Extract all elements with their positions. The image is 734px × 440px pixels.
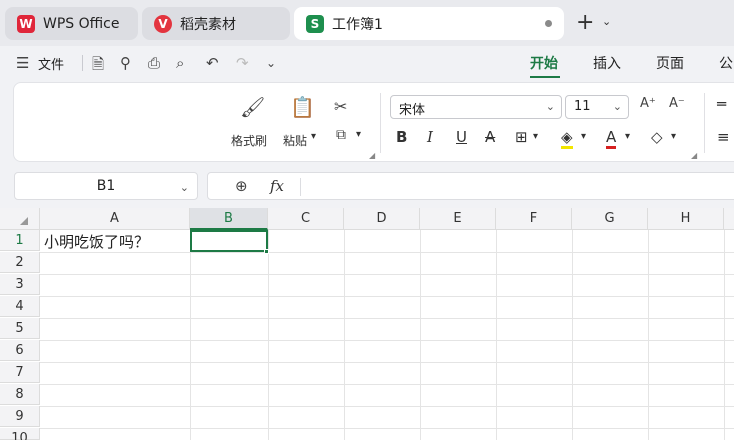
chevron-down-icon: ⌄ [545, 100, 555, 113]
paste-icon[interactable]: 📋 [290, 95, 315, 119]
copy-icon[interactable]: ⧉ [336, 127, 346, 143]
dialog-launcher-icon[interactable]: ◢ [369, 151, 375, 160]
title-tab-bar: W WPS Office V 稻壳素材 S 工作簿1 + ⌄ [0, 0, 734, 46]
save-icon[interactable]: 🗎 [92, 54, 104, 79]
column-header-c[interactable]: C [268, 208, 344, 230]
paste-label[interactable]: 粘贴 [283, 132, 307, 149]
eraser-icon[interactable]: ◇ [651, 128, 663, 146]
column-header-h[interactable]: H [648, 208, 724, 230]
tab-label: 稻壳素材 [180, 16, 236, 33]
tab-workbook[interactable]: S 工作簿1 [294, 7, 564, 40]
cut-icon[interactable]: ✂ [334, 97, 347, 116]
row-header-10[interactable]: 10 [0, 428, 40, 440]
wps-logo-icon: W [17, 14, 35, 33]
cell-reference: B1 [96, 178, 116, 194]
divider [82, 55, 83, 71]
bold-icon[interactable]: B [396, 128, 407, 146]
tab-wps-office[interactable]: W WPS Office [5, 7, 138, 40]
borders-icon[interactable]: ⊞ [515, 128, 528, 146]
file-menu[interactable]: 文件 [38, 54, 64, 73]
function-icon[interactable]: fx [270, 177, 284, 195]
dialog-launcher-icon[interactable]: ◢ [691, 151, 697, 160]
chevron-down-icon[interactable]: ▾ [311, 131, 316, 142]
column-header-row: A B C D E F G H [0, 208, 734, 230]
spreadsheet-grid: A B C D E F G H 1 2 3 4 5 6 7 8 9 10 小明吃… [0, 208, 734, 440]
align-left-icon[interactable]: ≡ [717, 128, 730, 146]
new-tab-plus-icon[interactable]: + [576, 10, 594, 35]
font-size-value: 11 [574, 99, 591, 114]
align-top-icon[interactable]: ═ [717, 95, 726, 113]
row-header-2[interactable]: 2 [0, 252, 40, 273]
divider [300, 178, 301, 196]
tab-page[interactable]: 页面 [656, 53, 684, 73]
unsaved-dot-icon[interactable] [545, 20, 552, 27]
formula-bar: ⊕ fx [207, 172, 734, 200]
undo-icon[interactable]: ↶ [206, 54, 219, 72]
decrease-font-icon[interactable]: A⁻ [669, 96, 685, 111]
column-header-a[interactable]: A [40, 208, 190, 230]
fill-handle[interactable] [264, 249, 269, 254]
row-header-8[interactable]: 8 [0, 384, 40, 405]
increase-font-icon[interactable]: A⁺ [640, 96, 656, 111]
font-color-icon[interactable]: A [606, 128, 617, 149]
format-painter-label[interactable]: 格式刷 [231, 132, 267, 149]
column-header-b[interactable]: B [190, 208, 268, 230]
ribbon-panel: 🖌 格式刷 📋 粘贴 ▾ ✂ ⧉ ▾ ◢ 宋体 ⌄ 11 ⌄ A⁺ A⁻ B I… [13, 82, 734, 162]
selected-cell-b1[interactable] [190, 230, 268, 252]
print-icon[interactable]: ⎙ [148, 54, 160, 72]
select-all-corner[interactable] [0, 208, 40, 230]
spreadsheet-icon: S [306, 14, 324, 33]
row-header-4[interactable]: 4 [0, 296, 40, 317]
font-name-select[interactable]: 宋体 ⌄ [390, 95, 562, 119]
italic-icon[interactable]: I [427, 128, 433, 146]
cell-a1[interactable]: 小明吃饭了吗？ [44, 231, 149, 252]
column-header-e[interactable]: E [420, 208, 496, 230]
zoom-search-icon[interactable]: ⊕ [235, 177, 248, 195]
tab-label: WPS Office [43, 15, 120, 32]
row-header-5[interactable]: 5 [0, 318, 40, 339]
chevron-down-icon[interactable]: ▾ [581, 131, 586, 142]
tab-home[interactable]: 开始 [530, 53, 558, 73]
row-header-6[interactable]: 6 [0, 340, 40, 361]
chevron-down-icon[interactable]: ⌄ [266, 56, 276, 70]
format-painter-icon[interactable]: 🖌 [240, 95, 265, 119]
column-header-g[interactable]: G [572, 208, 648, 230]
chevron-down-icon[interactable]: ⌄ [180, 181, 189, 194]
column-header-d[interactable]: D [344, 208, 420, 230]
column-header-f[interactable]: F [496, 208, 572, 230]
font-name-value: 宋体 [399, 103, 426, 118]
divider [380, 93, 381, 153]
row-header-9[interactable]: 9 [0, 406, 40, 427]
hamburger-menu-icon[interactable]: ☰ [16, 54, 29, 72]
share-icon[interactable]: ⚲ [120, 54, 131, 72]
chevron-down-icon[interactable]: ▾ [625, 131, 630, 142]
redo-icon[interactable]: ↷ [236, 54, 249, 72]
chevron-down-icon[interactable]: ▾ [533, 131, 538, 142]
chevron-down-icon[interactable]: ▾ [356, 129, 361, 140]
tab-formula[interactable]: 公 [719, 53, 733, 73]
active-tab-indicator [530, 76, 560, 78]
tab-label: 工作簿1 [332, 16, 383, 33]
chevron-down-icon: ⌄ [612, 100, 622, 113]
underline-icon[interactable]: U [456, 128, 467, 146]
divider [704, 93, 705, 153]
print-preview-icon[interactable]: ⌕ [176, 54, 184, 72]
tab-insert[interactable]: 插入 [593, 53, 621, 73]
font-size-select[interactable]: 11 ⌄ [565, 95, 629, 119]
chevron-down-icon[interactable]: ▾ [671, 131, 676, 142]
tab-daoke[interactable]: V 稻壳素材 [142, 7, 290, 40]
row-header-7[interactable]: 7 [0, 362, 40, 383]
row-header-3[interactable]: 3 [0, 274, 40, 295]
daoke-logo-icon: V [154, 14, 172, 33]
row-header-1[interactable]: 1 [0, 230, 40, 251]
chevron-down-icon[interactable]: ⌄ [602, 15, 611, 28]
name-box[interactable]: B1 ⌄ [14, 172, 198, 200]
fill-color-icon[interactable]: ◈ [561, 128, 573, 149]
menu-row: ☰ 文件 🗎 ⚲ ⎙ ⌕ ↶ ↷ ⌄ 开始 插入 页面 公 [0, 46, 734, 80]
strikethrough-icon[interactable]: A [485, 128, 495, 146]
